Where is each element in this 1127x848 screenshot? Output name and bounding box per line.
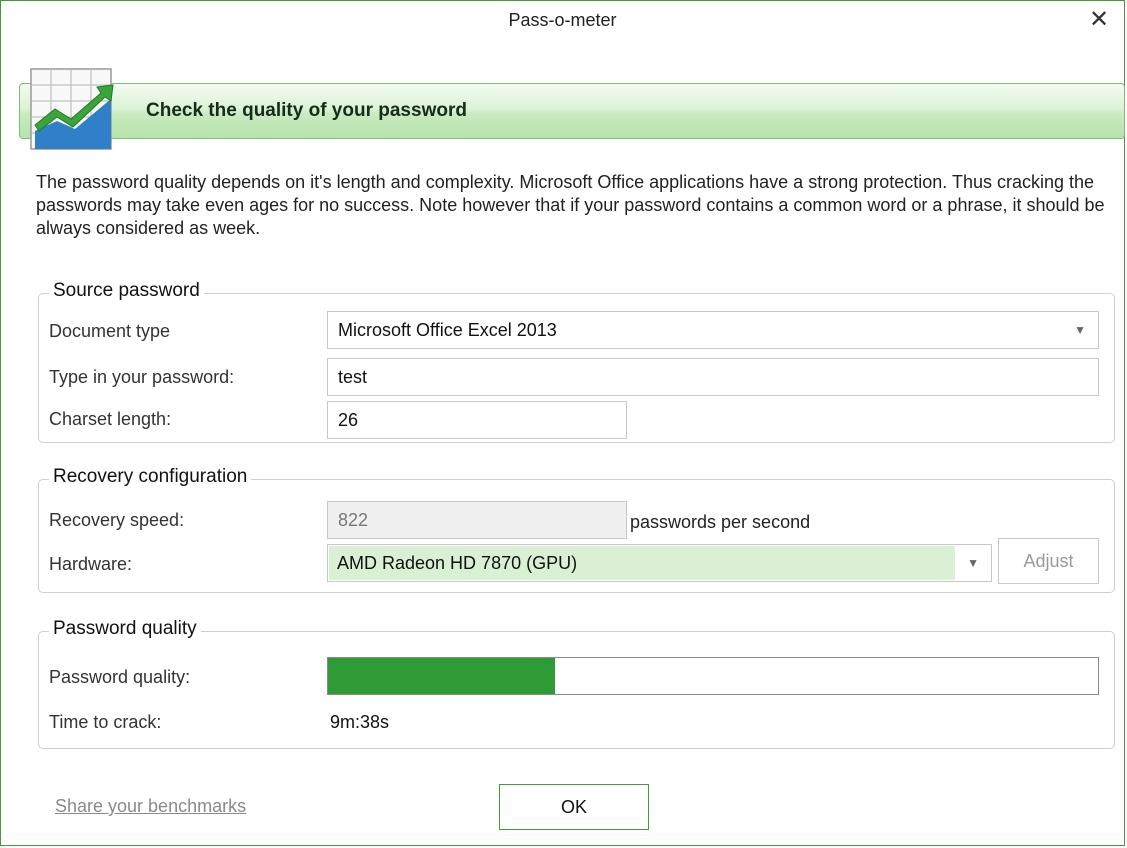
hardware-value: AMD Radeon HD 7870 (GPU) bbox=[329, 546, 955, 580]
document-type-label: Document type bbox=[49, 321, 171, 341]
hardware-select[interactable]: AMD Radeon HD 7870 (GPU) ▼ bbox=[327, 544, 992, 582]
title-bar: Pass-o-meter ✕ bbox=[1, 1, 1124, 41]
recovery-speed-unit: passwords per second bbox=[630, 512, 811, 532]
password-quality-bar bbox=[327, 657, 1099, 695]
ok-button[interactable]: OK bbox=[499, 784, 649, 830]
document-type-value: Microsoft Office Excel 2013 bbox=[338, 320, 557, 340]
chart-icon bbox=[30, 68, 114, 150]
document-type-select[interactable]: Microsoft Office Excel 2013 ▼ bbox=[327, 311, 1099, 349]
chevron-down-icon: ▼ bbox=[967, 556, 979, 570]
pass-o-meter-window: Pass-o-meter ✕ Check the quality of your… bbox=[0, 0, 1125, 846]
close-icon[interactable]: ✕ bbox=[1084, 5, 1114, 35]
chevron-down-icon: ▼ bbox=[1074, 323, 1086, 337]
password-quality-legend: Password quality bbox=[49, 618, 201, 640]
time-to-crack-label: Time to crack: bbox=[49, 712, 162, 732]
source-password-legend: Source password bbox=[49, 280, 204, 302]
hardware-label: Hardware: bbox=[49, 554, 133, 574]
password-quality-fill bbox=[328, 658, 556, 694]
password-label: Type in your password: bbox=[49, 367, 235, 387]
password-quality-label: Password quality: bbox=[49, 667, 191, 687]
recovery-speed-label: Recovery speed: bbox=[49, 510, 185, 530]
recovery-configuration-legend: Recovery configuration bbox=[49, 466, 252, 488]
adjust-button[interactable]: Adjust bbox=[998, 538, 1099, 584]
charset-length-label: Charset length: bbox=[49, 409, 172, 429]
share-benchmarks-link[interactable]: Share your benchmarks bbox=[55, 796, 246, 817]
charset-length-input[interactable]: 26 bbox=[327, 401, 627, 439]
recovery-speed-field: 822 bbox=[327, 501, 627, 539]
banner-title: Check the quality of your password bbox=[146, 100, 467, 121]
password-input[interactable]: test bbox=[327, 358, 1099, 396]
time-to-crack-value: 9m:38s bbox=[330, 712, 390, 732]
window-title: Pass-o-meter bbox=[508, 10, 617, 30]
intro-text: The password quality depends on it's len… bbox=[36, 172, 1105, 238]
header-banner: Check the quality of your password bbox=[19, 83, 1125, 139]
